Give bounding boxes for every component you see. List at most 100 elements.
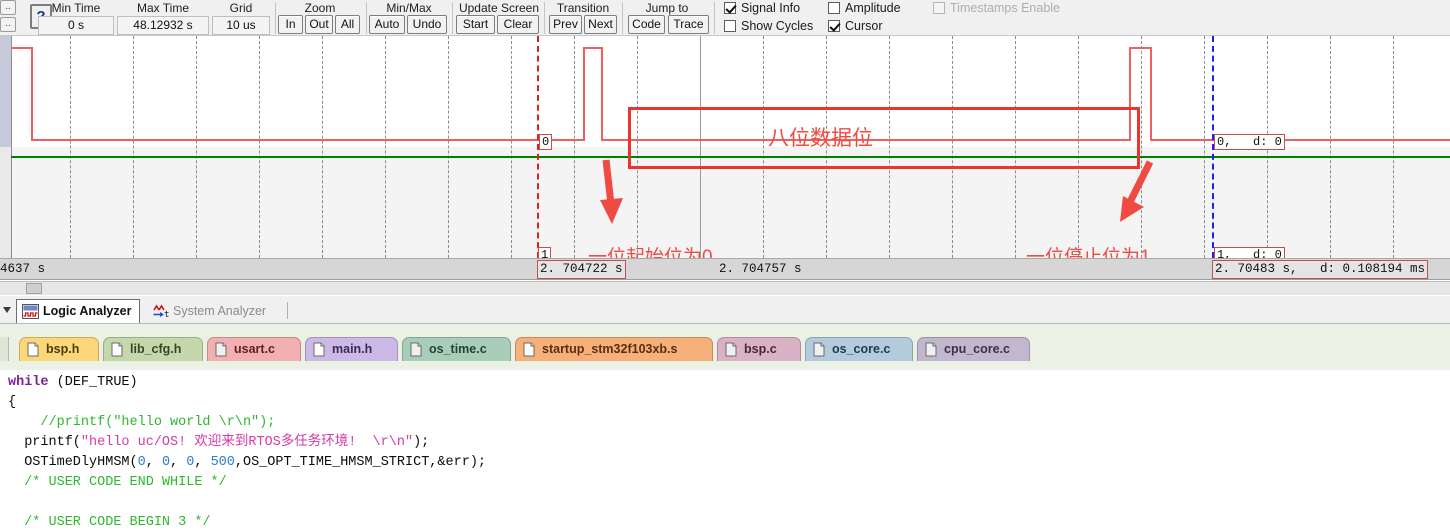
tab-system-analyzer[interactable]: t System Analyzer xyxy=(146,299,275,323)
code-token: { xyxy=(8,395,17,410)
file-icon xyxy=(813,342,825,357)
gridline xyxy=(259,36,260,258)
ruler-cursor-a-time: 2. 704722 s xyxy=(537,260,626,279)
min-time-value[interactable]: 0 s xyxy=(38,16,114,35)
cursor-checkbox[interactable]: Cursor xyxy=(828,19,883,33)
show-cycles-label: Show Cycles xyxy=(741,19,814,33)
signal-gutter xyxy=(0,36,12,147)
jump-code-button[interactable]: Code xyxy=(628,15,665,34)
start-bit-annotation-label: 一位起始位为0 xyxy=(588,247,713,258)
scrollbar-thumb[interactable] xyxy=(26,283,42,294)
file-tab-cpu-core-c[interactable]: cpu_core.c xyxy=(917,337,1030,361)
max-time-label: Max Time xyxy=(136,1,189,15)
code-line: while (DEF_TRUE) xyxy=(8,373,138,393)
toolbar-divider-4 xyxy=(544,2,545,34)
file-tab-lib-cfg-h[interactable]: lib_cfg.h xyxy=(103,337,203,361)
transition-group-label: Transition xyxy=(556,1,610,15)
dropdown-arrow-icon[interactable] xyxy=(2,306,12,314)
zoom-out-button[interactable]: Out xyxy=(305,15,333,34)
trace-icon: t xyxy=(153,304,169,319)
code-line: OSTimeDlyHMSM(0, 0, 0, 500,OS_OPT_TIME_H… xyxy=(8,453,486,473)
code-token: 0 xyxy=(137,455,146,470)
signal-info-checkbox[interactable]: Signal Info xyxy=(724,1,800,15)
minmax-auto-button[interactable]: Auto xyxy=(369,15,405,34)
tab-system-analyzer-label: System Analyzer xyxy=(173,304,267,318)
file-tab-label: startup_stm32f103xb.s xyxy=(542,342,678,356)
file-tab-label: os_core.c xyxy=(832,342,891,356)
transition-prev-button[interactable]: Prev xyxy=(549,15,582,34)
code-token: , xyxy=(145,455,162,470)
signal-trace-segment xyxy=(1150,139,1450,141)
update-start-button[interactable]: Start xyxy=(456,15,495,34)
value-tag-cursor-b-signal: 0, d: 0 xyxy=(1214,134,1285,150)
signal-info-checkbox-box[interactable] xyxy=(724,2,736,14)
tab-logic-analyzer[interactable]: Logic Analyzer xyxy=(16,299,141,323)
file-tab-os-core-c[interactable]: os_core.c xyxy=(805,337,913,361)
analyzer-toolbar: .. .. ? Min Time 0 s Max Time 48.12932 s… xyxy=(0,0,1450,36)
min-time-label: Min Time xyxy=(51,1,101,15)
code-token: printf( xyxy=(8,435,81,450)
toolbar-divider-2 xyxy=(366,2,367,34)
amplitude-checkbox[interactable]: Amplitude xyxy=(828,1,901,15)
gridline xyxy=(1330,36,1331,258)
analyzer-tab-divider xyxy=(287,302,288,319)
value-tag-start-bit: 0 xyxy=(539,134,553,150)
toolbar-small-button-top[interactable]: .. xyxy=(0,0,16,15)
gridline xyxy=(322,36,323,258)
ruler-left-time: 4637 s xyxy=(0,262,46,276)
code-token: OSTimeDlyHMSM( xyxy=(8,455,138,470)
file-tabs-left-edge xyxy=(0,337,9,361)
jump-trace-button[interactable]: Trace xyxy=(668,15,709,34)
editor-file-tab-bar: bsp.h lib_cfg.h usart.c main.h os_time.c… xyxy=(0,324,1450,370)
file-icon xyxy=(523,342,535,357)
file-tab-bsp-c[interactable]: bsp.c xyxy=(717,337,801,361)
toolbar-small-button-bottom[interactable]: .. xyxy=(0,17,16,32)
file-tab-startup-stm32f103xb-s[interactable]: startup_stm32f103xb.s xyxy=(515,337,713,361)
file-icon xyxy=(925,342,937,357)
file-tab-os-time-c[interactable]: os_time.c xyxy=(402,337,511,361)
ruler-mid-time: 2. 704757 s xyxy=(719,262,802,276)
signal-trace-segment xyxy=(1129,47,1152,49)
timestamps-enable-checkbox-box xyxy=(933,2,945,14)
gridline xyxy=(511,36,512,258)
code-token: 0 xyxy=(161,455,171,470)
minmax-group-label: Min/Max xyxy=(386,1,432,15)
cursor-checkbox-box[interactable] xyxy=(828,20,840,32)
code-token: "hello uc/OS! 欢迎来到RTOS多任务环境! \r\n" xyxy=(80,435,414,450)
start-bit-arrow-icon xyxy=(600,159,623,224)
file-tab-label: bsp.h xyxy=(46,342,80,356)
file-tab-usart-c[interactable]: usart.c xyxy=(207,337,301,361)
stop-bit-annotation-label: 一位停止位为1 xyxy=(1026,247,1151,258)
amplitude-checkbox-box[interactable] xyxy=(828,2,840,14)
toolbar-divider xyxy=(275,2,276,34)
file-tab-bsp-h[interactable]: bsp.h xyxy=(19,337,99,361)
waveform-horizontal-scrollbar[interactable] xyxy=(0,281,1450,295)
update-clear-button[interactable]: Clear xyxy=(497,15,539,34)
ruler-cursor-b-time: 2. 70483 s, d: 0.108194 ms xyxy=(1212,260,1429,279)
file-tab-label: usart.c xyxy=(234,342,275,356)
signal-trace-edge xyxy=(601,47,603,141)
svg-text:t: t xyxy=(164,310,169,319)
gridline xyxy=(1393,36,1394,258)
zoom-all-button[interactable]: All xyxy=(335,15,360,34)
code-line: { xyxy=(8,393,16,413)
minmax-undo-button[interactable]: Undo xyxy=(407,15,447,34)
code-editor[interactable]: while (DEF_TRUE) { //printf("hello world … xyxy=(0,370,1450,532)
logic-analyzer-window: .. .. ? Min Time 0 s Max Time 48.12932 s… xyxy=(0,0,1450,532)
code-token: /* USER CODE END WHILE */ xyxy=(8,475,227,490)
time-ruler[interactable]: 4637 s 2. 704722 s 2. 704757 s 2. 70483 … xyxy=(0,258,1450,280)
show-cycles-checkbox-box[interactable] xyxy=(724,20,736,32)
zoom-group-label: Zoom xyxy=(304,1,336,15)
max-time-value[interactable]: 48.12932 s xyxy=(117,16,209,35)
stop-bit-arrow-icon xyxy=(1120,160,1154,222)
zoom-in-button[interactable]: In xyxy=(278,15,303,34)
file-icon xyxy=(725,342,737,357)
transition-next-button[interactable]: Next xyxy=(584,15,617,34)
show-cycles-checkbox[interactable]: Show Cycles xyxy=(724,19,813,33)
file-tab-main-h[interactable]: main.h xyxy=(305,337,398,361)
signal-trace-edge xyxy=(583,47,585,141)
waveform-canvas[interactable]: 八位数据位 0 1 0, d: 0 1, d: 0 一位起始位为0 一位停止位为… xyxy=(0,36,1450,258)
file-icon xyxy=(410,342,422,357)
update-screen-group-label: Update Screen xyxy=(458,1,540,15)
grid-value[interactable]: 10 us xyxy=(212,16,270,35)
